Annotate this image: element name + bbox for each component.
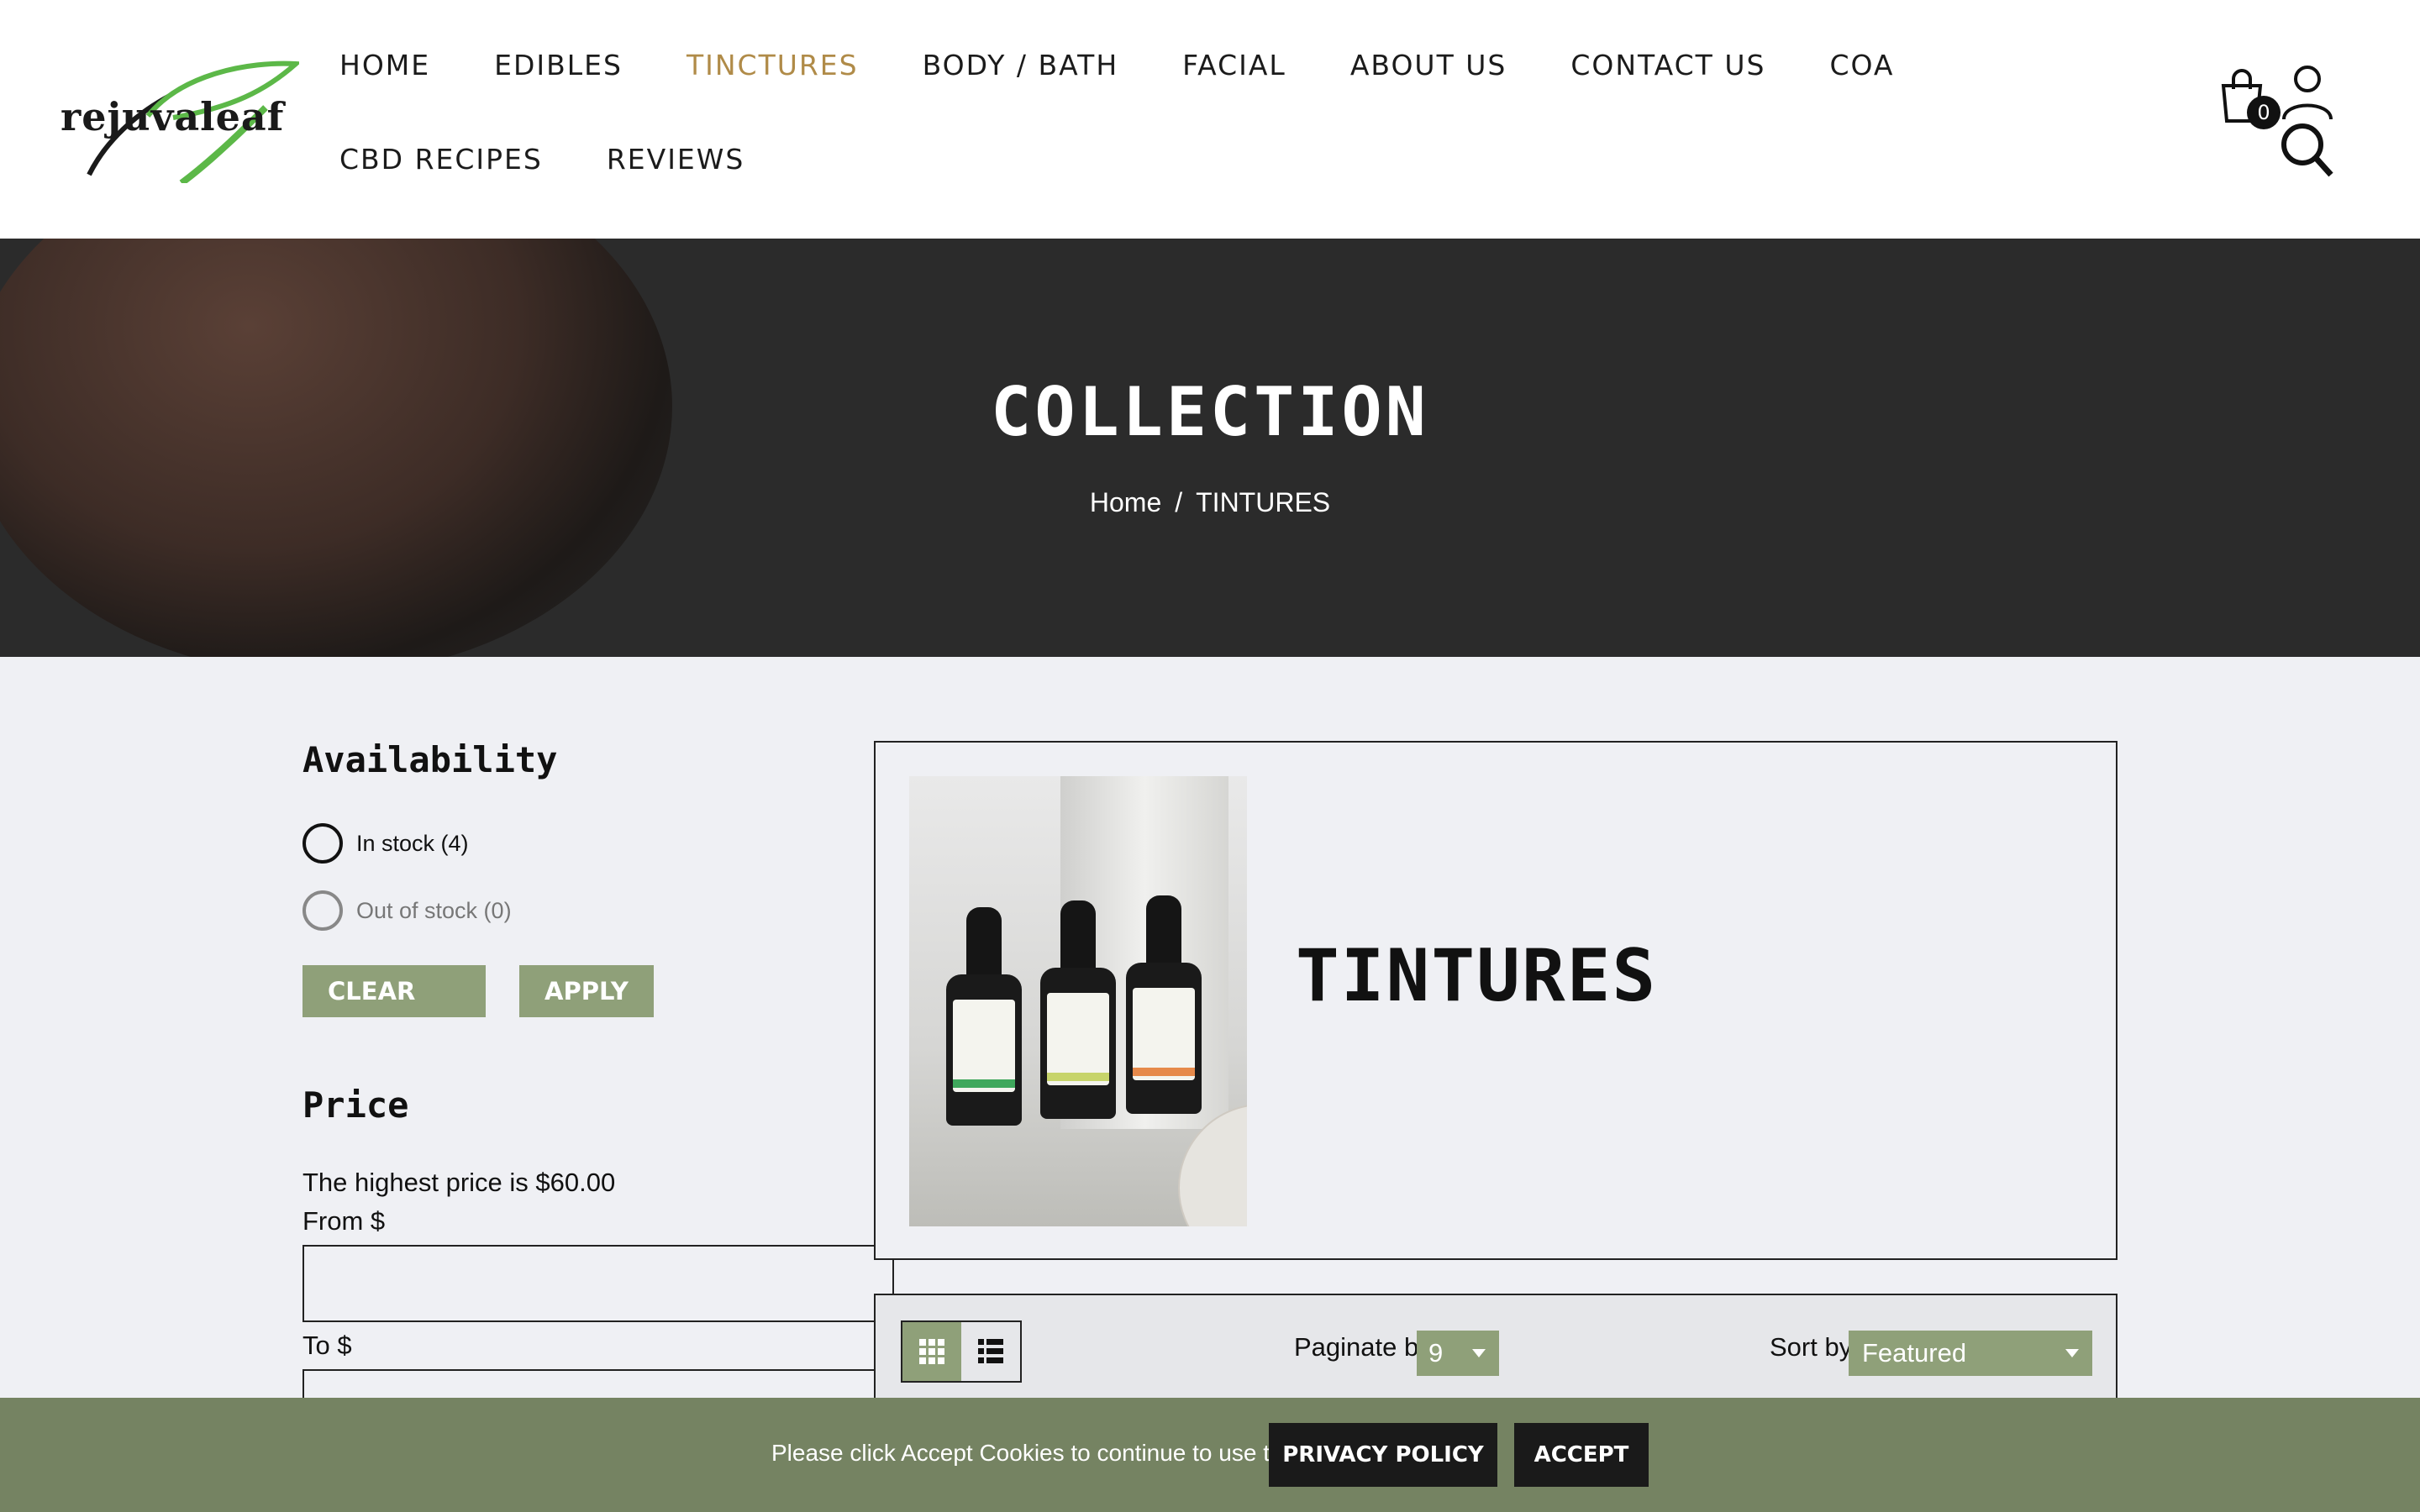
apply-button[interactable]: APPLY: [519, 965, 654, 1017]
list-view-button[interactable]: [961, 1322, 1020, 1381]
filter-buttons: CLEAR APPLY: [302, 965, 891, 1017]
paginate-select[interactable]: 9: [1417, 1331, 1499, 1376]
nav-facial[interactable]: FACIAL: [1182, 49, 1286, 81]
price-from-input[interactable]: [302, 1245, 894, 1322]
list-icon: [978, 1339, 1003, 1363]
accept-cookies-button[interactable]: ACCEPT: [1514, 1423, 1649, 1487]
nav-row-1: HOME EDIBLES TINCTURES BODY / BATH FACIAL ABO…: [339, 49, 2020, 143]
cookie-message: Please click Accept Cookies to continue …: [771, 1440, 1346, 1466]
nav-about-us[interactable]: ABOUT US: [1350, 49, 1507, 81]
from-label: From $: [302, 1206, 386, 1236]
nav-tinctures[interactable]: TINCTURES: [687, 49, 859, 81]
search-icon[interactable]: [2281, 123, 2334, 178]
header-icons: 0: [2218, 60, 2353, 178]
collection-image: [909, 776, 1247, 1226]
logo-text: rejuvaleaf: [60, 94, 285, 139]
price-title: Price: [302, 1084, 409, 1126]
collection-title: TINTURES: [1296, 934, 1658, 1018]
sort-label: Sort by: [1770, 1332, 1853, 1362]
nav-body-bath[interactable]: BODY / BATH: [923, 49, 1119, 81]
paginate-value: 9: [1428, 1338, 1444, 1368]
collection-toolbar: Paginate by 9 Sort by Featured: [874, 1294, 2118, 1403]
highest-price-note: The highest price is $60.00: [302, 1168, 616, 1197]
site-logo[interactable]: rejuvaleaf: [55, 57, 302, 186]
out-of-stock-label: Out of stock (0): [356, 897, 512, 923]
nav-row-2: CBD RECIPES REVIEWS: [339, 143, 2020, 237]
breadcrumb: Home / TINTURES: [0, 487, 2420, 518]
breadcrumb-current: TINTURES: [1196, 487, 1331, 517]
main-nav: HOME EDIBLES TINCTURES BODY / BATH FACIAL ABO…: [339, 49, 2020, 237]
chevron-down-icon: [1472, 1349, 1486, 1357]
in-stock-label: In stock (4): [356, 830, 469, 856]
cookie-banner: Please click Accept Cookies to continue …: [0, 1398, 2420, 1512]
nav-cbd-recipes[interactable]: CBD RECIPES: [339, 143, 543, 176]
collection-hero: COLLECTION Home / TINTURES: [0, 239, 2420, 657]
sort-select[interactable]: Featured: [1849, 1331, 2092, 1376]
privacy-policy-button[interactable]: PRIVACY POLICY: [1269, 1423, 1497, 1487]
hero-title: COLLECTION: [991, 373, 1429, 451]
sort-value: Featured: [1862, 1338, 1967, 1368]
tincture-bottle-image: [1040, 900, 1116, 1119]
nav-coa[interactable]: COA: [1829, 49, 1894, 81]
nav-edibles[interactable]: EDIBLES: [494, 49, 623, 81]
grid-view-button[interactable]: [902, 1322, 961, 1381]
site-header: rejuvaleaf HOME EDIBLES TINCTURES BODY / BA…: [0, 0, 2420, 239]
breadcrumb-home-link[interactable]: Home: [1090, 487, 1161, 517]
nav-reviews[interactable]: REVIEWS: [607, 143, 745, 176]
cart-icon[interactable]: 0: [2218, 67, 2281, 129]
availability-title: Availability: [302, 739, 558, 780]
user-icon[interactable]: [2281, 64, 2334, 121]
in-stock-radio[interactable]: [302, 823, 343, 864]
collection-card: TINTURES: [874, 741, 2118, 1260]
cart-count-badge: 0: [2247, 96, 2281, 129]
out-of-stock-radio[interactable]: [302, 890, 343, 931]
to-label: To $: [302, 1331, 352, 1360]
clear-button[interactable]: CLEAR: [302, 965, 486, 1017]
breadcrumb-separator: /: [1175, 487, 1183, 517]
filter-in-stock[interactable]: In stock (4): [302, 822, 891, 864]
grid-icon: [919, 1339, 944, 1364]
view-toggle: [901, 1320, 1022, 1383]
filter-out-of-stock[interactable]: Out of stock (0): [302, 890, 891, 932]
filter-sidebar: Availability In stock (4) Out of stock (…: [302, 739, 894, 1403]
tincture-bottle-image: [946, 907, 1022, 1126]
chevron-down-icon: [2065, 1349, 2079, 1357]
paginate-label: Paginate by: [1294, 1332, 1432, 1362]
nav-contact-us[interactable]: CONTACT US: [1570, 49, 1765, 81]
nav-home[interactable]: HOME: [339, 49, 430, 81]
tincture-bottle-image: [1126, 895, 1202, 1114]
